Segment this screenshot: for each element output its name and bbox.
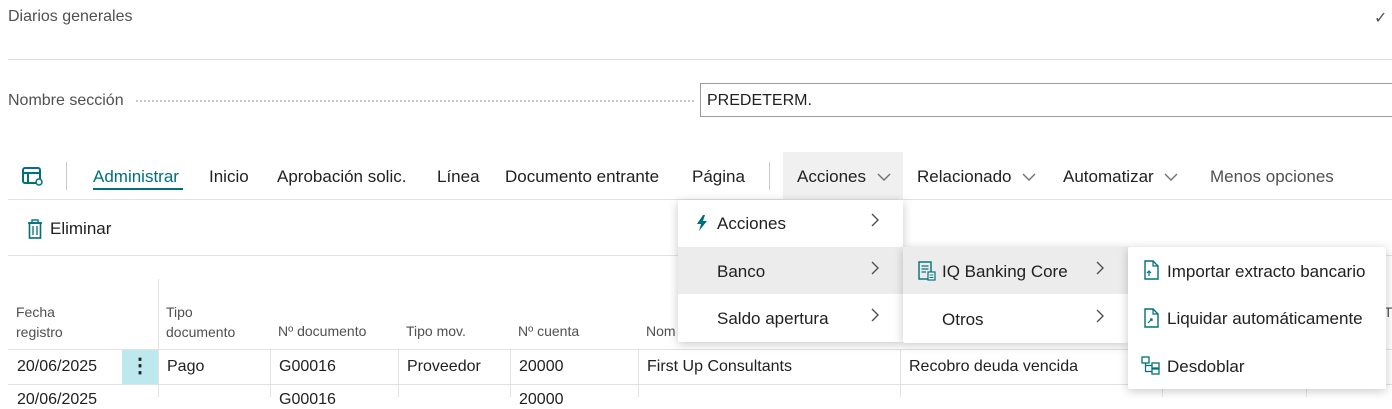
field-leader-dots <box>136 100 694 102</box>
import-document-icon <box>1143 260 1161 285</box>
split-icon <box>1141 355 1161 380</box>
header-tipo-documento[interactable]: Tipo documento <box>166 302 235 342</box>
menu-item-otros[interactable]: Otros <box>942 310 984 330</box>
menu-item-acciones[interactable]: Acciones <box>717 214 786 234</box>
cell-fecha[interactable]: 20/06/2025 <box>17 358 97 376</box>
auto-apply-document-icon <box>1143 308 1161 333</box>
chevron-right-icon <box>870 260 880 281</box>
header-tipo-mov[interactable]: Tipo mov. <box>406 321 466 341</box>
header-num-cuenta[interactable]: Nº cuenta <box>518 321 579 341</box>
chevron-right-icon <box>1095 260 1105 281</box>
column-separator <box>398 350 399 397</box>
cell-tipo-mov[interactable]: Proveedor <box>407 358 481 376</box>
cell-tipo-documento[interactable]: Pago <box>167 358 204 376</box>
header-num-documento[interactable]: Nº documento <box>278 321 366 341</box>
header-line: documento <box>166 324 236 340</box>
chevron-right-icon <box>870 212 880 233</box>
menu-item-banco[interactable]: Banco <box>717 262 765 282</box>
cell-num-cuenta[interactable]: 20000 <box>519 391 564 409</box>
section-name-input[interactable]: PREDETERM. <box>700 83 1392 117</box>
column-separator <box>900 350 901 397</box>
tab-pagina[interactable]: Página <box>692 167 745 187</box>
chevron-down-icon <box>877 173 891 181</box>
banco-submenu: IQ Banking Core Otros <box>903 247 1128 343</box>
menu-item-saldo-apertura[interactable]: Saldo apertura <box>717 309 829 329</box>
pin-page-icon[interactable] <box>18 162 46 190</box>
chevron-down-icon <box>1164 173 1178 181</box>
column-separator <box>270 350 271 397</box>
tab-documento-entrante[interactable]: Documento entrante <box>505 167 659 187</box>
cell-num-documento[interactable]: G00016 <box>279 358 336 376</box>
delete-button[interactable]: Eliminar <box>50 219 111 239</box>
less-options-button[interactable]: Menos opciones <box>1210 167 1334 187</box>
header-nombre[interactable]: Nom <box>646 321 676 341</box>
header-fecha-registro[interactable]: Fecha registro <box>16 302 63 342</box>
acciones-label: Acciones <box>797 167 866 186</box>
menu-item-iq-banking-core[interactable]: IQ Banking Core <box>942 262 1068 282</box>
automatizar-label: Automatizar <box>1063 167 1154 186</box>
cell-fecha[interactable]: 20/06/2025 <box>17 391 97 409</box>
menu-item-importar-extracto[interactable]: Importar extracto bancario <box>1167 262 1365 282</box>
header-line: registro <box>16 324 63 340</box>
cell-nombre[interactable]: First Up Consultants <box>647 358 792 376</box>
header-line: Fecha <box>16 304 55 320</box>
page-title: Diarios generales <box>8 8 133 25</box>
cell-descripcion[interactable]: Recobro deuda vencida <box>909 358 1078 376</box>
cell-num-documento[interactable]: G00016 <box>279 391 336 409</box>
menu-item-liquidar-automaticamente[interactable]: Liquidar automáticamente <box>1167 309 1363 329</box>
acciones-dropdown[interactable]: Acciones <box>797 167 891 187</box>
more-options-icon[interactable]: ⋮ <box>122 353 158 378</box>
relacionado-label: Relacionado <box>917 167 1012 186</box>
trash-icon[interactable] <box>26 219 44 244</box>
tab-inicio[interactable]: Inicio <box>209 167 249 187</box>
tab-aprobacion[interactable]: Aprobación solic. <box>277 167 406 187</box>
active-tab-underline <box>93 188 183 190</box>
acciones-menu: Acciones Banco Saldo apertura <box>678 200 903 342</box>
toolbar-separator <box>66 162 67 190</box>
column-separator <box>638 350 639 397</box>
tab-administrar[interactable]: Administrar <box>93 167 179 187</box>
toolbar-separator <box>769 162 770 190</box>
chevron-down-icon <box>1022 173 1036 181</box>
column-separator <box>510 350 511 397</box>
column-separator <box>158 279 159 397</box>
tab-linea[interactable]: Línea <box>437 167 480 187</box>
bank-statement-icon <box>918 261 936 286</box>
chevron-right-icon <box>870 307 880 328</box>
relacionado-dropdown[interactable]: Relacionado <box>917 167 1036 187</box>
header-line: Tipo <box>166 304 193 320</box>
lightning-icon <box>696 215 708 236</box>
automatizar-dropdown[interactable]: Automatizar <box>1063 167 1178 187</box>
cell-num-cuenta[interactable]: 20000 <box>519 358 564 376</box>
chevron-right-icon <box>1095 308 1105 329</box>
section-name-label: Nombre sección <box>8 92 124 109</box>
menu-item-desdoblar[interactable]: Desdoblar <box>1167 357 1245 377</box>
collapse-chevron-icon[interactable]: ✓ <box>1374 8 1387 28</box>
iq-banking-core-submenu: Importar extracto bancario Liquidar auto… <box>1128 247 1386 389</box>
divider <box>8 59 1392 60</box>
